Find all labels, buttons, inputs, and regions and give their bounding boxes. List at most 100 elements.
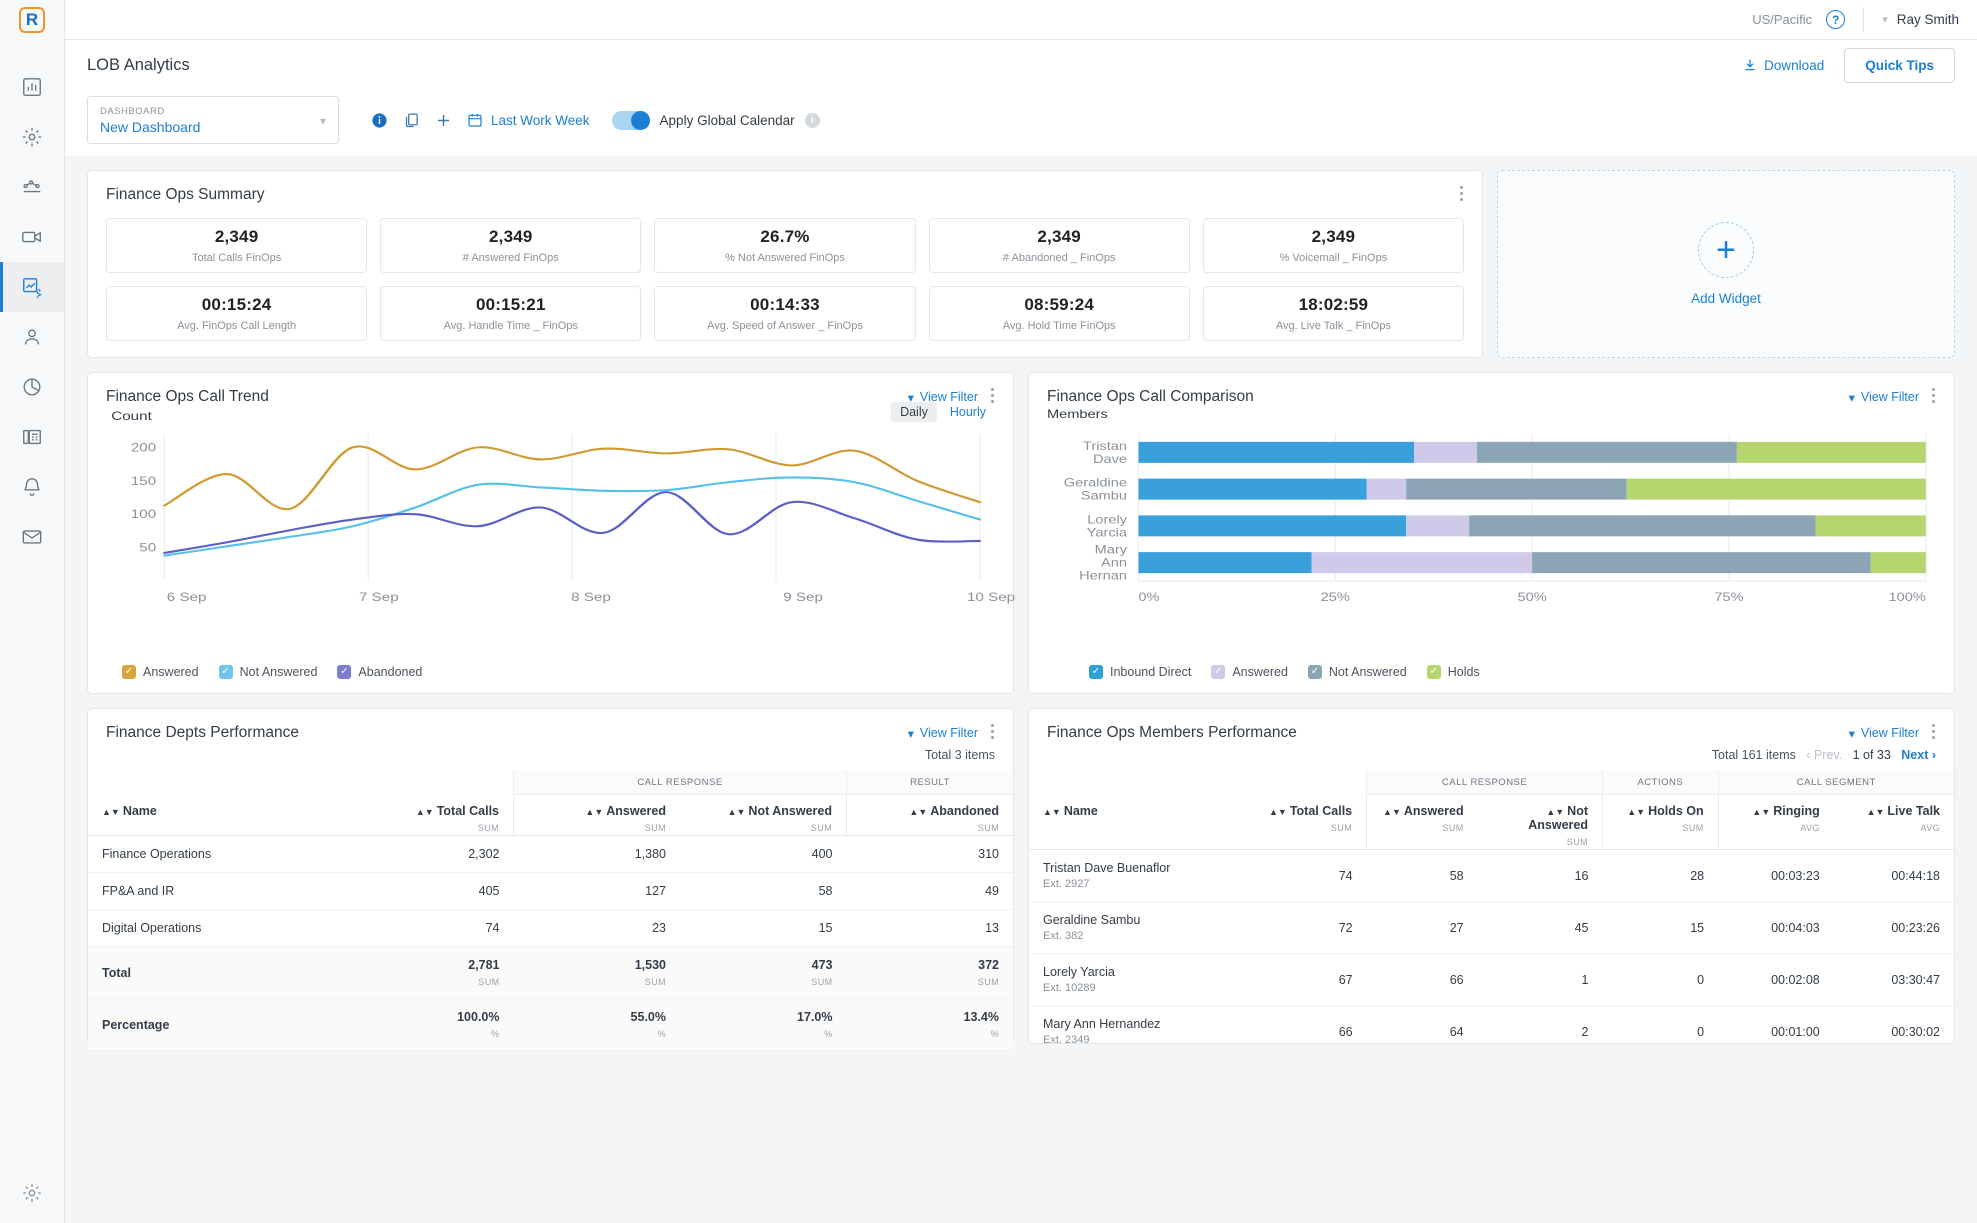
table-row[interactable]: Digital Operations 74 23 15 13 [88,909,1013,947]
table-row[interactable]: FP&A and IR 405 127 58 49 [88,872,1013,910]
dashboard-select[interactable]: DASHBOARD New Dashboard ▾ [87,96,339,144]
sidebar-item-insights[interactable] [0,362,64,412]
cell-answered: 1,380 [513,836,680,873]
date-range-picker[interactable]: Last Work Week [467,112,590,128]
kpi-card[interactable]: 00:15:21 Avg. Handle Time _ FinOps [380,286,642,341]
legend-item-not-answered[interactable]: ✓ Not Answered [1307,665,1407,679]
table-row[interactable]: Geraldine Sambu Ext. 382 72 27 45 15 00:04:03 0… [1029,901,1954,954]
summary-menu-button[interactable] [1460,186,1464,204]
kpi-label: Avg. Handle Time _ FinOps [443,320,578,332]
view-filter-button[interactable]: ▾ View Filter [1849,726,1919,741]
table-row[interactable]: Lorely Yarcia Ext. 10289 67 66 1 0 00:02:08 03:… [1029,953,1954,1006]
depts-menu-button[interactable] [991,724,995,742]
prev-button[interactable]: Prev. [1814,748,1842,762]
user-menu[interactable]: Ray Smith [1897,12,1959,27]
svg-text:Tristan: Tristan [1083,439,1127,452]
quick-tips-button[interactable]: Quick Tips [1844,47,1955,83]
table-row[interactable]: John Edwin BauaExt. 40465632000:01:1902:… [1029,1057,1954,1058]
app-logo[interactable]: R [19,7,45,33]
agg-label: SUM [1566,837,1588,847]
legend-item-holds[interactable]: ✓ Holds [1426,665,1480,679]
sidebar-item-analytics[interactable] [0,162,64,212]
cell-total-calls: 100.0%% [337,998,514,1051]
kpi-value: 18:02:59 [1298,295,1369,314]
table-row[interactable]: Mary Ann Hernandez Ext. 2349 66 64 2 0 00:01:0… [1029,1005,1954,1058]
depts-col-answered[interactable]: ▲▼ Answered SUM [513,794,680,835]
add-button[interactable] [427,111,459,130]
chevron-down-icon[interactable]: ▾ [1882,13,1888,26]
kpi-card[interactable]: 00:15:24 Avg. FinOps Call Length [106,286,368,341]
kpi-card[interactable]: 2,349 Total Calls FinOps [106,218,368,273]
members-col-total-calls[interactable]: ▲▼ Total Calls SUM [1251,795,1367,850]
sidebar-item-mail[interactable] [0,512,64,562]
legend-label: Not Answered [239,665,318,679]
cell-total-label: Total [88,946,338,999]
kpi-card[interactable]: 26.7% % Not Answered FinOps [654,218,916,273]
granularity-daily[interactable]: Daily [891,402,937,422]
members-col-name[interactable]: ▲▼ Name [1029,795,1251,850]
svg-text:Yarcia: Yarcia [1087,526,1128,539]
granularity-hourly[interactable]: Hourly [941,402,995,422]
info-button[interactable] [363,112,395,129]
cell-total-calls: 2,302 [337,836,514,873]
view-filter-button[interactable]: ▾ View Filter [1849,390,1919,405]
legend-item-abandoned[interactable]: ✓ Abandoned [337,665,422,679]
depts-col-abandoned[interactable]: ▲▼ Abandoned SUM [846,794,1013,835]
finance-ops-summary-widget: Finance Ops Summary 2,349 Total Calls Fin… [87,170,1483,358]
depts-col-total-calls[interactable]: ▲▼ Total Calls SUM [338,795,514,836]
sidebar-item-users[interactable] [0,312,64,362]
sidebar-item-phone[interactable] [0,412,64,462]
cell-holds-on: 0 [1602,1005,1719,1058]
depts-column-row: ▲▼ Name ▲▼ Total Calls SUM ▲▼ Answered SUM ▲▼… [88,794,1013,836]
view-filter-button[interactable]: ▾ View Filter [908,726,978,741]
cell-percentage-label: Percentage [88,998,338,1051]
legend-item-answered[interactable]: ✓ Answered [122,665,199,679]
call-comparison-menu-button[interactable] [1932,388,1936,406]
desk-phone-icon [23,429,41,445]
kpi-value: 26.7% [760,227,810,246]
sort-icon: ▲▼ [1546,807,1565,817]
kpi-card[interactable]: 2,349 # Abandoned _ FinOps [928,218,1190,273]
sidebar-item-video[interactable] [0,212,64,262]
sidebar-item-notifications[interactable] [0,462,64,512]
table-row[interactable]: Tristan Dave Buenaflor Ext. 2927 74 58 16 28 0… [1029,850,1954,902]
depts-col-not-answered[interactable]: ▲▼ Not Answered SUM [680,795,847,836]
duplicate-button[interactable] [395,112,427,129]
kpi-card[interactable]: 08:59:24 Avg. Hold Time FinOps [928,286,1190,341]
members-col-answered[interactable]: ▲▼ Answered SUM [1366,794,1478,849]
members-col-not-answered[interactable]: ▲▼ Not Answered SUM [1478,795,1603,850]
download-button[interactable]: Download [1743,58,1824,73]
sidebar-item-preferences[interactable] [0,1163,64,1223]
cell-answered: 58 [1366,850,1478,902]
call-comparison-header: Finance Ops Call Comparison ▾ View Filte… [1029,373,1954,406]
legend-item-inbound-direct[interactable]: ✓ Inbound Direct [1089,665,1191,679]
legend-item-not-answered[interactable]: ✓ Not Answered [218,665,318,679]
members-col-live-talk[interactable]: ▲▼ Live Talk AVG [1834,795,1954,850]
cell-answered: 66 [1366,953,1478,1006]
depts-col-name[interactable]: ▲▼ Name [88,795,338,836]
table-row[interactable]: Finance Operations 2,302 1,380 400 310 [88,836,1013,873]
members-menu-button[interactable] [1932,724,1936,742]
info-icon[interactable]: i [804,112,820,128]
members-col-holds-on[interactable]: ▲▼ Holds On SUM [1602,794,1719,849]
sidebar-item-settings[interactable] [0,112,64,162]
kpi-card[interactable]: 18:02:59 Avg. Live Talk _ FinOps [1202,286,1464,341]
chevron-right-icon[interactable]: › [1928,748,1936,762]
sidebar-item-reports[interactable] [0,62,64,112]
kpi-card[interactable]: 2,349 % Voicemail _ FinOps [1202,218,1464,273]
apply-global-calendar-toggle[interactable] [611,110,650,130]
next-button[interactable]: Next [1901,748,1928,762]
svg-text:Members: Members [1047,408,1108,421]
kpi-card[interactable]: 00:14:33 Avg. Speed of Answer _ FinOps [654,286,916,341]
sort-icon: ▲▼ [1866,807,1885,817]
members-col-ringing[interactable]: ▲▼ Ringing AVG [1717,794,1834,849]
sidebar-item-dashboard[interactable] [0,262,64,312]
add-widget-button[interactable]: + Add Widget [1497,170,1955,358]
question-circle-icon[interactable]: ? [1826,10,1846,29]
depts-group-blank [88,770,514,795]
kpi-card[interactable]: 2,349 # Answered FinOps [380,218,642,273]
bell-icon [24,478,40,496]
info-icon [371,112,387,128]
legend-item-answered[interactable]: ✓ Answered [1211,665,1288,679]
agg-label: SUM [977,823,999,833]
